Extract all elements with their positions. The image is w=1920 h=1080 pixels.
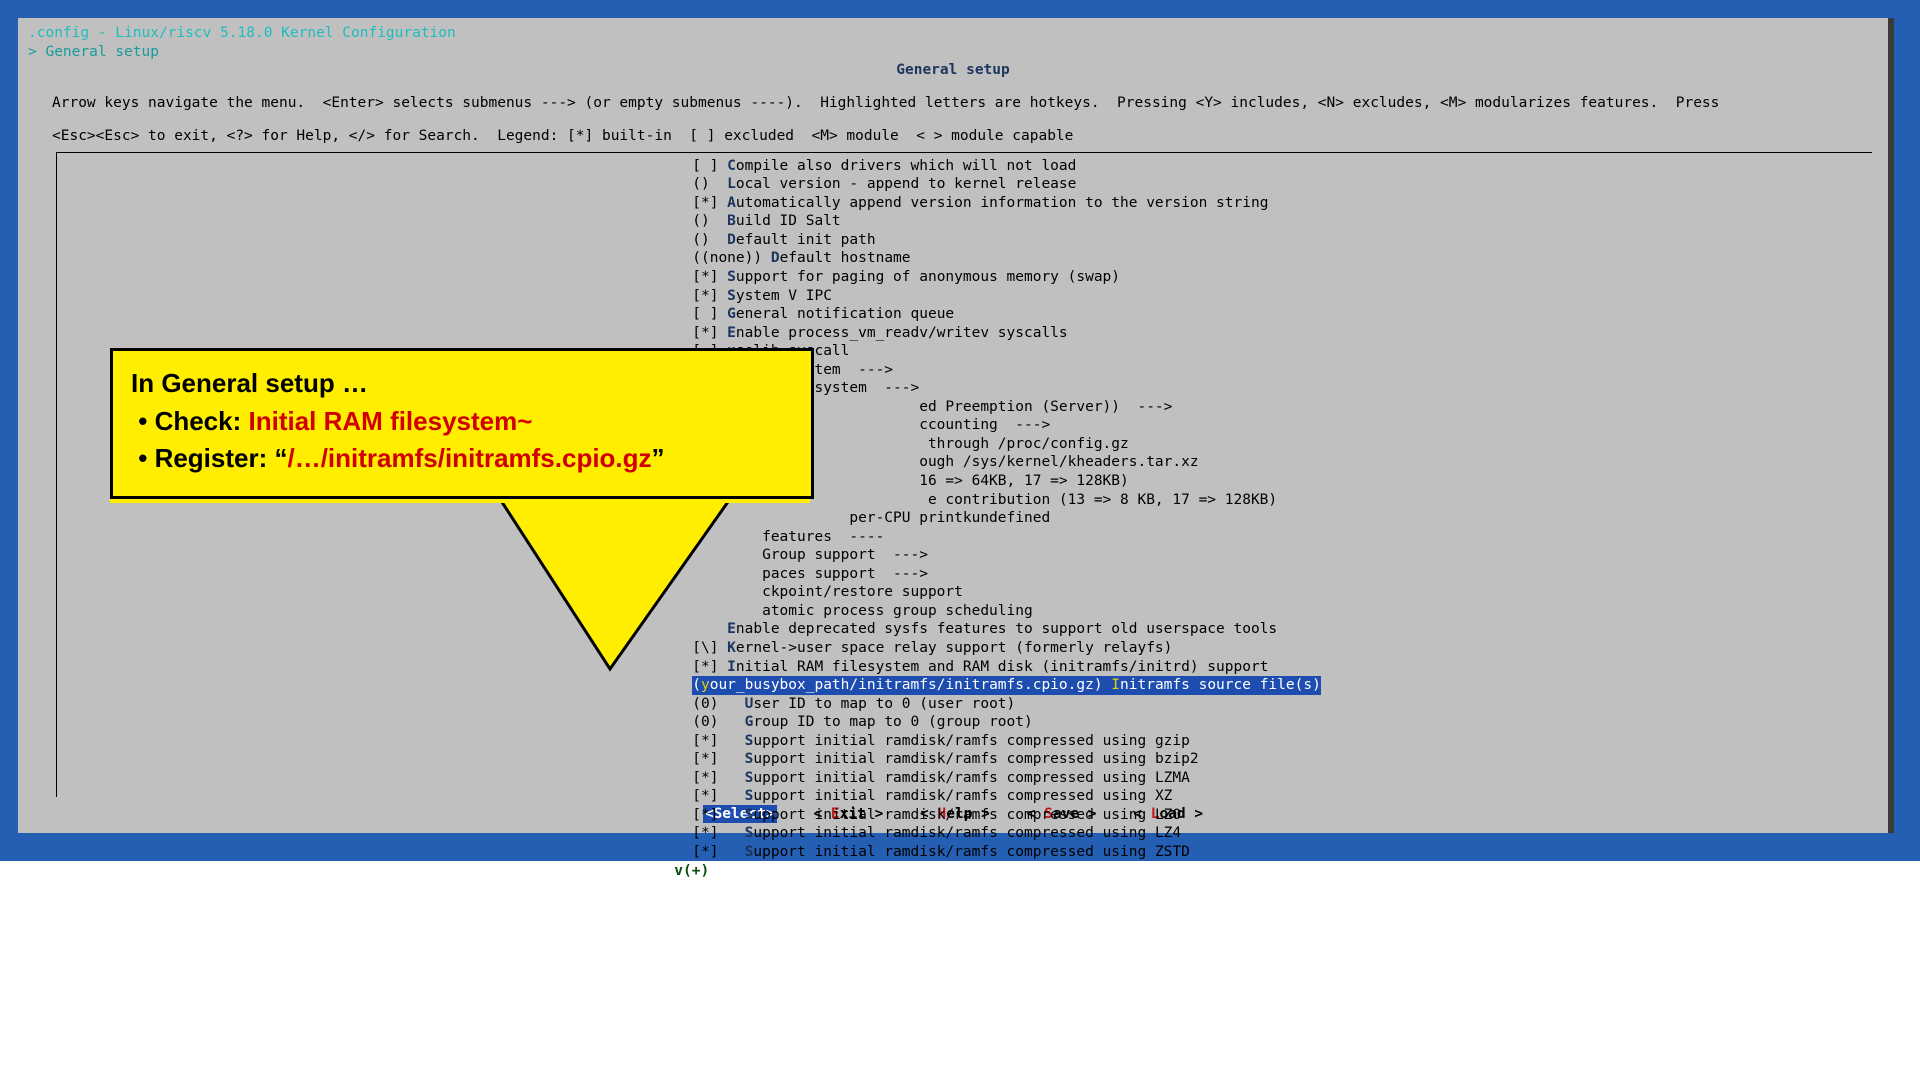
scroll-more-indicator: v(+) [674,862,1321,881]
annotation-line-1: In General setup … [131,365,751,403]
window-shadow: .config - Linux/riscv 5.18.0 Kernel Conf… [18,18,1894,833]
menu-item[interactable]: [*] Support initial ramdisk/ramfs compre… [692,824,1321,843]
menu-item[interactable]: () Default init path [692,231,1321,250]
breadcrumb: > General setup [28,43,1878,62]
terminal-window: .config - Linux/riscv 5.18.0 Kernel Conf… [18,18,1888,833]
menu-item[interactable]: [*] Enable process_vm_readv/writev sysca… [692,324,1321,343]
menu-item[interactable]: [*] Support for paging of anonymous memo… [692,268,1321,287]
config-path: .config - Linux/riscv 5.18.0 Kernel Conf… [28,24,1878,43]
desktop-border: .config - Linux/riscv 5.18.0 Kernel Conf… [0,0,1920,861]
menu-item[interactable]: (0) Group ID to map to 0 (group root) [692,713,1321,732]
annotation-line-2: • Check: Initial RAM filesystem~ [131,403,751,441]
menu-item[interactable]: [*] Support initial ramdisk/ramfs compre… [692,769,1321,788]
annotation-line-3: • Register: “/…/initramfs/initramfs.cpio… [131,440,751,478]
menu-item[interactable]: [*] Support initial ramdisk/ramfs compre… [692,787,1321,806]
page-title-row: General setup [28,61,1878,80]
help-line-1: Arrow keys navigate the menu. <Enter> se… [52,94,1878,113]
menu-item[interactable]: [*] Support initial ramdisk/ramfs compre… [692,843,1321,862]
menu-item[interactable]: () Local version - append to kernel rele… [692,175,1321,194]
menu-item[interactable]: [*] Automatically append version informa… [692,194,1321,213]
page-title: General setup [896,62,1010,78]
menu-item[interactable]: (0) User ID to map to 0 (user root) [692,695,1321,714]
menu-item[interactable]: [ ] Compile also drivers which will not … [692,157,1321,176]
help-line-2: <Esc><Esc> to exit, <?> for Help, </> fo… [52,127,1878,146]
menu-item[interactable]: ((none)) Default hostname [692,249,1321,268]
menu-item[interactable]: [*] Support initial ramdisk/ramfs compre… [692,750,1321,769]
annotation-box: In General setup … • Check: Initial RAM … [110,348,814,499]
menu-item[interactable]: [*] Support initial ramdisk/ramfs compre… [692,806,1321,825]
menu-item[interactable]: () Build ID Salt [692,212,1321,231]
annotation-pointer-icon [110,499,850,679]
menu-item[interactable]: [*] System V IPC [692,287,1321,306]
menu-item[interactable]: [*] Support initial ramdisk/ramfs compre… [692,732,1321,751]
menu-item[interactable]: [ ] General notification queue [692,305,1321,324]
annotation-callout: In General setup … • Check: Initial RAM … [110,348,850,679]
